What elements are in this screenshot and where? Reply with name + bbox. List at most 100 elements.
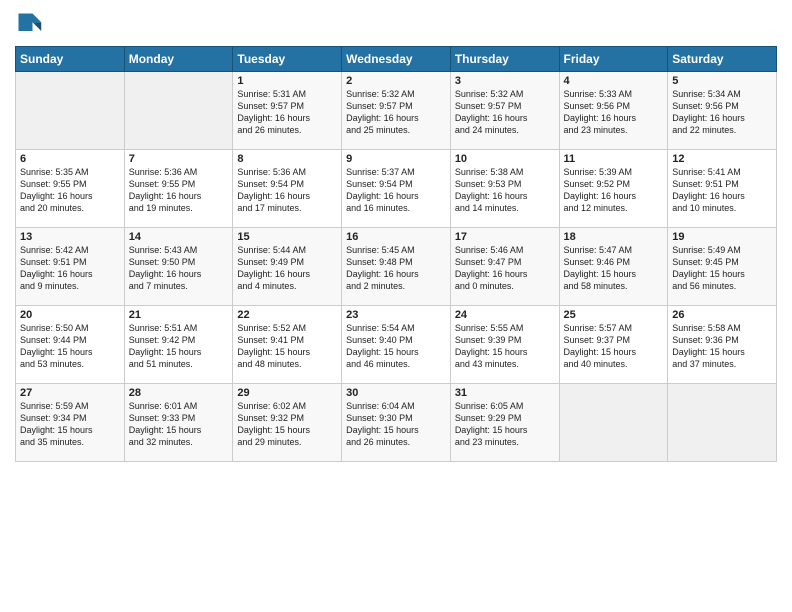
calendar-cell: 14Sunrise: 5:43 AM Sunset: 9:50 PM Dayli…	[124, 228, 233, 306]
calendar-cell: 7Sunrise: 5:36 AM Sunset: 9:55 PM Daylig…	[124, 150, 233, 228]
day-info: Sunrise: 5:54 AM Sunset: 9:40 PM Dayligh…	[346, 322, 446, 371]
day-info: Sunrise: 5:32 AM Sunset: 9:57 PM Dayligh…	[346, 88, 446, 137]
day-number: 29	[237, 387, 337, 399]
day-info: Sunrise: 5:32 AM Sunset: 9:57 PM Dayligh…	[455, 88, 555, 137]
day-info: Sunrise: 5:47 AM Sunset: 9:46 PM Dayligh…	[564, 244, 664, 293]
day-info: Sunrise: 5:57 AM Sunset: 9:37 PM Dayligh…	[564, 322, 664, 371]
day-info: Sunrise: 5:38 AM Sunset: 9:53 PM Dayligh…	[455, 166, 555, 215]
weekday-header: Monday	[124, 47, 233, 72]
page: SundayMondayTuesdayWednesdayThursdayFrid…	[0, 0, 792, 612]
calendar-week-row: 1Sunrise: 5:31 AM Sunset: 9:57 PM Daylig…	[16, 72, 777, 150]
calendar-cell: 31Sunrise: 6:05 AM Sunset: 9:29 PM Dayli…	[450, 384, 559, 462]
day-number: 9	[346, 153, 446, 165]
day-info: Sunrise: 5:41 AM Sunset: 9:51 PM Dayligh…	[672, 166, 772, 215]
day-info: Sunrise: 6:04 AM Sunset: 9:30 PM Dayligh…	[346, 400, 446, 449]
weekday-header: Sunday	[16, 47, 125, 72]
day-number: 19	[672, 231, 772, 243]
calendar-cell: 4Sunrise: 5:33 AM Sunset: 9:56 PM Daylig…	[559, 72, 668, 150]
day-number: 31	[455, 387, 555, 399]
weekday-header: Thursday	[450, 47, 559, 72]
calendar-cell: 25Sunrise: 5:57 AM Sunset: 9:37 PM Dayli…	[559, 306, 668, 384]
calendar-week-row: 13Sunrise: 5:42 AM Sunset: 9:51 PM Dayli…	[16, 228, 777, 306]
calendar-cell	[124, 72, 233, 150]
calendar-cell: 19Sunrise: 5:49 AM Sunset: 9:45 PM Dayli…	[668, 228, 777, 306]
day-number: 20	[20, 309, 120, 321]
calendar-cell: 5Sunrise: 5:34 AM Sunset: 9:56 PM Daylig…	[668, 72, 777, 150]
day-number: 11	[564, 153, 664, 165]
day-number: 14	[129, 231, 229, 243]
day-info: Sunrise: 5:52 AM Sunset: 9:41 PM Dayligh…	[237, 322, 337, 371]
day-number: 10	[455, 153, 555, 165]
calendar-cell: 2Sunrise: 5:32 AM Sunset: 9:57 PM Daylig…	[342, 72, 451, 150]
weekday-header: Tuesday	[233, 47, 342, 72]
day-info: Sunrise: 6:05 AM Sunset: 9:29 PM Dayligh…	[455, 400, 555, 449]
day-number: 21	[129, 309, 229, 321]
day-info: Sunrise: 5:50 AM Sunset: 9:44 PM Dayligh…	[20, 322, 120, 371]
calendar-week-row: 27Sunrise: 5:59 AM Sunset: 9:34 PM Dayli…	[16, 384, 777, 462]
day-number: 8	[237, 153, 337, 165]
calendar-cell: 29Sunrise: 6:02 AM Sunset: 9:32 PM Dayli…	[233, 384, 342, 462]
calendar-cell: 11Sunrise: 5:39 AM Sunset: 9:52 PM Dayli…	[559, 150, 668, 228]
day-info: Sunrise: 5:45 AM Sunset: 9:48 PM Dayligh…	[346, 244, 446, 293]
calendar-cell: 28Sunrise: 6:01 AM Sunset: 9:33 PM Dayli…	[124, 384, 233, 462]
day-info: Sunrise: 5:34 AM Sunset: 9:56 PM Dayligh…	[672, 88, 772, 137]
calendar-table: SundayMondayTuesdayWednesdayThursdayFrid…	[15, 46, 777, 462]
calendar-cell: 3Sunrise: 5:32 AM Sunset: 9:57 PM Daylig…	[450, 72, 559, 150]
logo-icon	[15, 10, 43, 38]
day-info: Sunrise: 5:51 AM Sunset: 9:42 PM Dayligh…	[129, 322, 229, 371]
calendar-cell: 12Sunrise: 5:41 AM Sunset: 9:51 PM Dayli…	[668, 150, 777, 228]
calendar-cell: 6Sunrise: 5:35 AM Sunset: 9:55 PM Daylig…	[16, 150, 125, 228]
calendar-cell: 1Sunrise: 5:31 AM Sunset: 9:57 PM Daylig…	[233, 72, 342, 150]
day-number: 4	[564, 75, 664, 87]
calendar-cell: 22Sunrise: 5:52 AM Sunset: 9:41 PM Dayli…	[233, 306, 342, 384]
day-number: 13	[20, 231, 120, 243]
day-info: Sunrise: 5:49 AM Sunset: 9:45 PM Dayligh…	[672, 244, 772, 293]
day-number: 6	[20, 153, 120, 165]
calendar-cell	[559, 384, 668, 462]
day-number: 30	[346, 387, 446, 399]
calendar-cell	[668, 384, 777, 462]
weekday-header: Friday	[559, 47, 668, 72]
day-number: 17	[455, 231, 555, 243]
calendar-cell: 10Sunrise: 5:38 AM Sunset: 9:53 PM Dayli…	[450, 150, 559, 228]
calendar-cell: 21Sunrise: 5:51 AM Sunset: 9:42 PM Dayli…	[124, 306, 233, 384]
day-info: Sunrise: 5:43 AM Sunset: 9:50 PM Dayligh…	[129, 244, 229, 293]
day-number: 15	[237, 231, 337, 243]
day-info: Sunrise: 6:01 AM Sunset: 9:33 PM Dayligh…	[129, 400, 229, 449]
calendar-cell: 16Sunrise: 5:45 AM Sunset: 9:48 PM Dayli…	[342, 228, 451, 306]
day-info: Sunrise: 5:31 AM Sunset: 9:57 PM Dayligh…	[237, 88, 337, 137]
calendar-cell: 26Sunrise: 5:58 AM Sunset: 9:36 PM Dayli…	[668, 306, 777, 384]
day-info: Sunrise: 6:02 AM Sunset: 9:32 PM Dayligh…	[237, 400, 337, 449]
calendar-cell: 9Sunrise: 5:37 AM Sunset: 9:54 PM Daylig…	[342, 150, 451, 228]
calendar-cell: 17Sunrise: 5:46 AM Sunset: 9:47 PM Dayli…	[450, 228, 559, 306]
day-number: 28	[129, 387, 229, 399]
day-info: Sunrise: 5:33 AM Sunset: 9:56 PM Dayligh…	[564, 88, 664, 137]
calendar-week-row: 20Sunrise: 5:50 AM Sunset: 9:44 PM Dayli…	[16, 306, 777, 384]
day-info: Sunrise: 5:39 AM Sunset: 9:52 PM Dayligh…	[564, 166, 664, 215]
calendar-cell: 23Sunrise: 5:54 AM Sunset: 9:40 PM Dayli…	[342, 306, 451, 384]
day-info: Sunrise: 5:55 AM Sunset: 9:39 PM Dayligh…	[455, 322, 555, 371]
day-info: Sunrise: 5:59 AM Sunset: 9:34 PM Dayligh…	[20, 400, 120, 449]
calendar-cell: 24Sunrise: 5:55 AM Sunset: 9:39 PM Dayli…	[450, 306, 559, 384]
calendar-cell: 18Sunrise: 5:47 AM Sunset: 9:46 PM Dayli…	[559, 228, 668, 306]
day-info: Sunrise: 5:36 AM Sunset: 9:55 PM Dayligh…	[129, 166, 229, 215]
day-info: Sunrise: 5:44 AM Sunset: 9:49 PM Dayligh…	[237, 244, 337, 293]
day-number: 18	[564, 231, 664, 243]
calendar-header-row: SundayMondayTuesdayWednesdayThursdayFrid…	[16, 47, 777, 72]
day-number: 3	[455, 75, 555, 87]
day-number: 26	[672, 309, 772, 321]
calendar-cell	[16, 72, 125, 150]
day-info: Sunrise: 5:35 AM Sunset: 9:55 PM Dayligh…	[20, 166, 120, 215]
day-info: Sunrise: 5:58 AM Sunset: 9:36 PM Dayligh…	[672, 322, 772, 371]
calendar-cell: 8Sunrise: 5:36 AM Sunset: 9:54 PM Daylig…	[233, 150, 342, 228]
header	[15, 10, 777, 38]
day-info: Sunrise: 5:42 AM Sunset: 9:51 PM Dayligh…	[20, 244, 120, 293]
calendar-cell: 27Sunrise: 5:59 AM Sunset: 9:34 PM Dayli…	[16, 384, 125, 462]
calendar-cell: 13Sunrise: 5:42 AM Sunset: 9:51 PM Dayli…	[16, 228, 125, 306]
calendar-cell: 15Sunrise: 5:44 AM Sunset: 9:49 PM Dayli…	[233, 228, 342, 306]
day-number: 25	[564, 309, 664, 321]
day-number: 24	[455, 309, 555, 321]
day-info: Sunrise: 5:36 AM Sunset: 9:54 PM Dayligh…	[237, 166, 337, 215]
day-number: 16	[346, 231, 446, 243]
weekday-header: Saturday	[668, 47, 777, 72]
